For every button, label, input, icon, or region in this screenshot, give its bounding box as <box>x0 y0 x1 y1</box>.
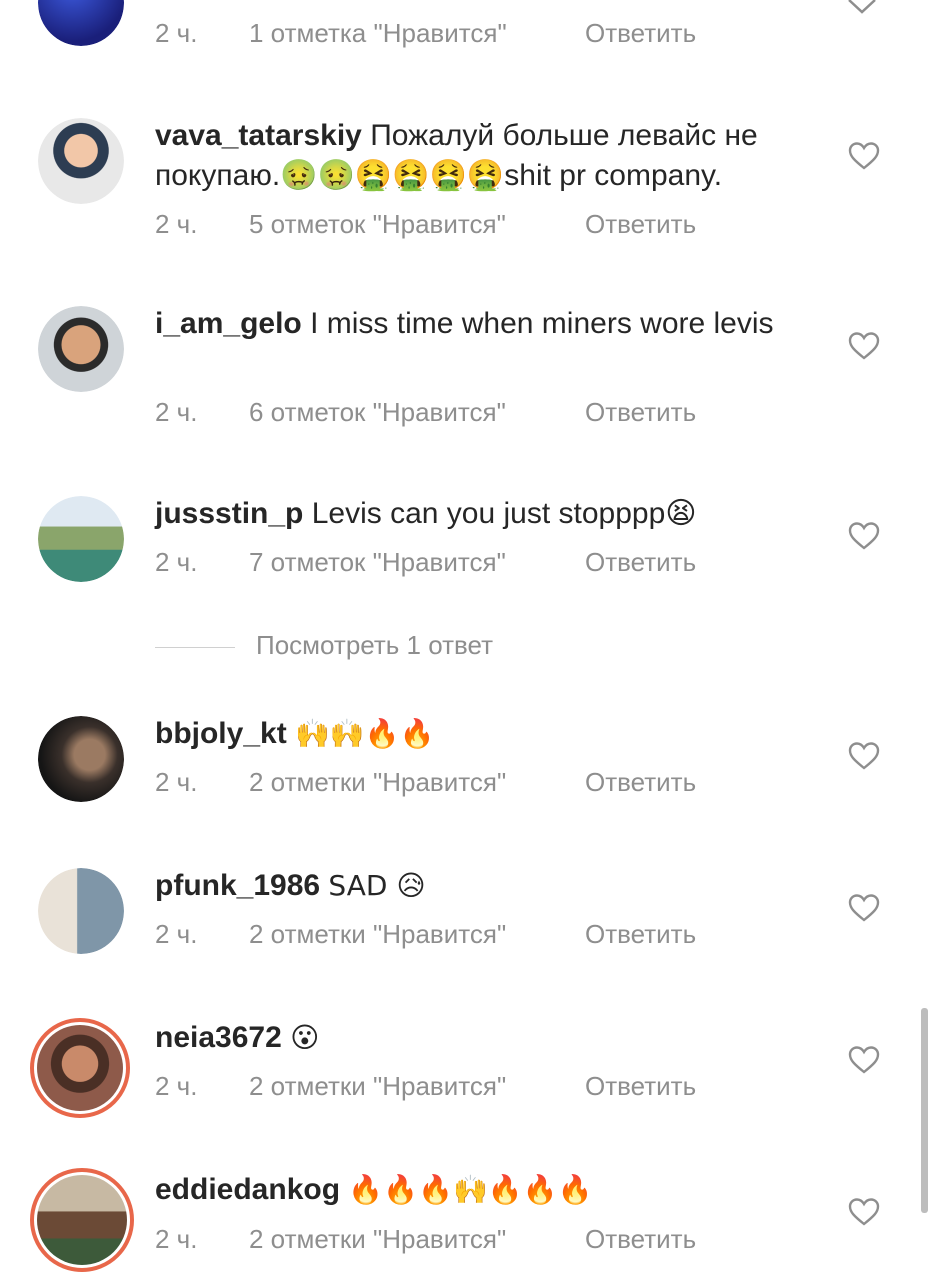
avatar[interactable] <box>38 0 124 46</box>
avatar-story-ring[interactable] <box>30 1168 134 1272</box>
heart-outline-icon[interactable] <box>848 141 880 171</box>
likes-count-link[interactable]: 2 отметки "Нравится" <box>249 767 506 798</box>
comment-text: bbjoly_kt 🙌🙌🔥🔥 <box>155 714 815 754</box>
comment-time: 2 ч. <box>155 1224 198 1254</box>
likes-count-link[interactable]: 5 отметок "Нравится" <box>249 209 506 240</box>
comment-text: vava_tatarskiy Пожалуй больше левайс не … <box>155 116 815 196</box>
comment-username[interactable]: i_am_gelo <box>155 307 302 340</box>
comment-body: I miss time when miners wore levis <box>310 307 774 340</box>
comment-username[interactable]: bbjoly_kt <box>155 717 287 750</box>
reply-button[interactable]: Ответить <box>585 1224 696 1255</box>
reply-button[interactable]: Ответить <box>585 397 696 428</box>
likes-count-link[interactable]: 6 отметок "Нравится" <box>249 397 506 428</box>
heart-outline-icon[interactable] <box>848 521 880 551</box>
avatar[interactable] <box>38 306 124 392</box>
scrollbar[interactable] <box>921 1008 928 1213</box>
comment-time: 2 ч. <box>155 209 198 239</box>
comment-time: 2 ч. <box>155 919 198 949</box>
comment-username[interactable]: vava_tatarskiy <box>155 119 362 152</box>
comment-body: SAD 😥 <box>328 869 426 902</box>
heart-outline-icon[interactable] <box>848 893 880 923</box>
comment-body: 🔥🔥🔥🙌🔥🔥🔥 <box>348 1173 593 1206</box>
heart-outline-icon[interactable] <box>848 331 880 361</box>
comment-time: 2 ч. <box>155 547 198 577</box>
avatar[interactable] <box>38 496 124 582</box>
comment-time: 2 ч. <box>155 18 198 48</box>
avatar[interactable] <box>38 118 124 204</box>
comment-text: neia3672 😮 <box>155 1018 815 1058</box>
reply-button[interactable]: Ответить <box>585 547 696 578</box>
comment-username[interactable]: pfunk_1986 <box>155 869 320 902</box>
comment-text: pfunk_1986 SAD 😥 <box>155 866 815 906</box>
comment-time: 2 ч. <box>155 767 198 797</box>
heart-outline-icon[interactable] <box>848 1045 880 1075</box>
likes-count-link[interactable]: 7 отметок "Нравится" <box>249 547 506 578</box>
reply-button[interactable]: Ответить <box>585 209 696 240</box>
comment-username[interactable]: neia3672 <box>155 1021 282 1054</box>
comment-time: 2 ч. <box>155 1071 198 1101</box>
reply-button[interactable]: Ответить <box>585 919 696 950</box>
divider <box>155 647 235 648</box>
comment-username[interactable]: jussstin_p <box>155 497 303 530</box>
view-replies-link[interactable]: Посмотреть 1 ответ <box>256 630 493 661</box>
likes-count-link[interactable]: 2 отметки "Нравится" <box>249 1224 506 1255</box>
reply-button[interactable]: Ответить <box>585 1071 696 1102</box>
chevron-down-icon[interactable] <box>846 0 878 18</box>
comment-username[interactable]: eddiedankog <box>155 1173 340 1206</box>
avatar[interactable] <box>38 868 124 954</box>
heart-outline-icon[interactable] <box>848 1197 880 1227</box>
comment-text: i_am_gelo I miss time when miners wore l… <box>155 304 815 344</box>
heart-outline-icon[interactable] <box>848 741 880 771</box>
avatar[interactable] <box>38 716 124 802</box>
comment-text: jussstin_p Levis can you just stopppp😫 <box>155 494 815 534</box>
comment-body: 🙌🙌🔥🔥 <box>295 717 435 750</box>
likes-count-link[interactable]: 2 отметки "Нравится" <box>249 1071 506 1102</box>
avatar-story-ring[interactable] <box>30 1018 130 1118</box>
comment-time: 2 ч. <box>155 397 198 427</box>
comment-body: Levis can you just stopppp😫 <box>311 497 697 530</box>
likes-count-link[interactable]: 1 отметка "Нравится" <box>249 18 507 49</box>
comment-text: eddiedankog 🔥🔥🔥🙌🔥🔥🔥 <box>155 1170 815 1210</box>
comment-body: 😮 <box>290 1021 320 1054</box>
reply-button[interactable]: Ответить <box>585 18 696 49</box>
reply-button[interactable]: Ответить <box>585 767 696 798</box>
likes-count-link[interactable]: 2 отметки "Нравится" <box>249 919 506 950</box>
